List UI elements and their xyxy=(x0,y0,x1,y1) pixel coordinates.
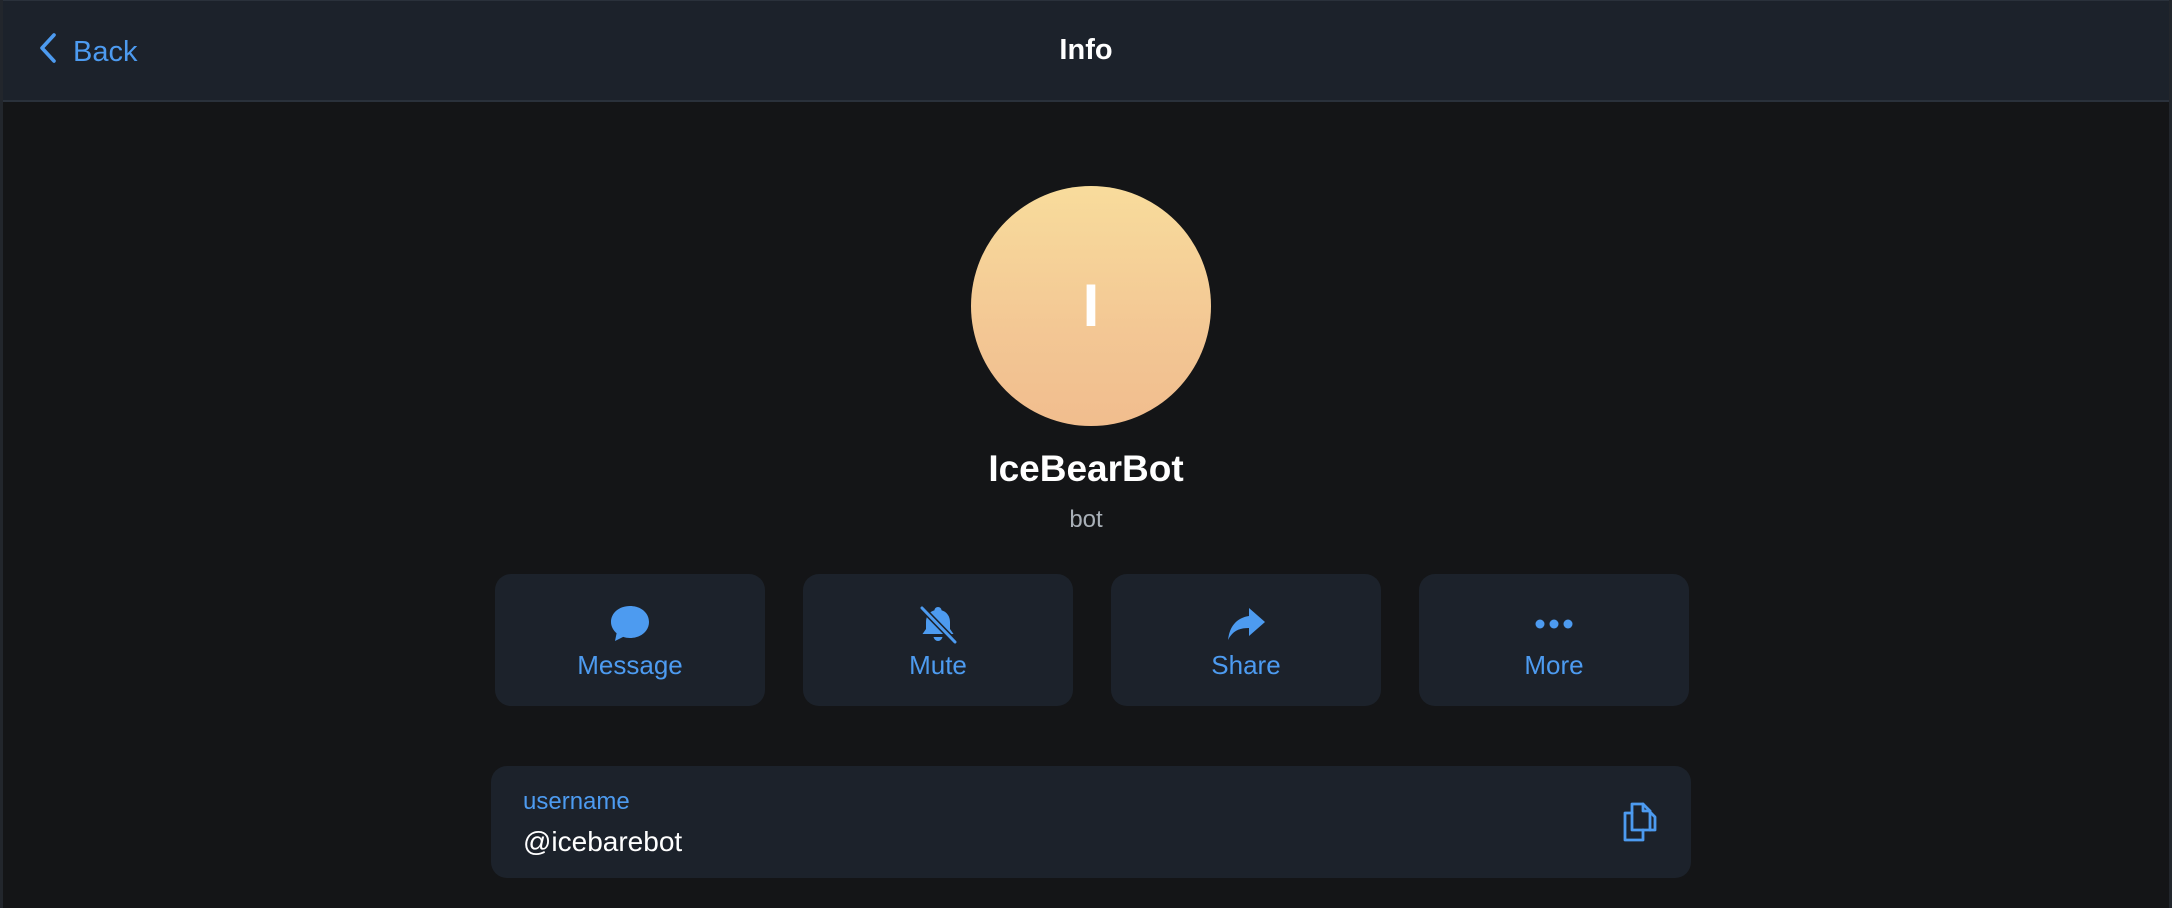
ellipsis-icon xyxy=(1532,602,1576,646)
page-title: Info xyxy=(1059,34,1113,66)
message-bubble-icon xyxy=(608,602,652,646)
username-card[interactable]: username @icebarebot xyxy=(491,766,1691,878)
message-button[interactable]: Message xyxy=(495,574,765,706)
share-arrow-icon xyxy=(1224,602,1268,646)
avatar-initial: I xyxy=(1082,272,1100,339)
share-button[interactable]: Share xyxy=(1111,574,1381,706)
profile-name: IceBearBot xyxy=(988,448,1184,489)
bell-slash-icon xyxy=(916,602,960,646)
username-value: @icebarebot xyxy=(523,826,683,857)
mute-button[interactable]: Mute xyxy=(803,574,1073,706)
username-label: username xyxy=(523,788,630,815)
profile-status: bot xyxy=(1069,506,1103,533)
copy-icon[interactable] xyxy=(1619,800,1659,844)
mute-label: Mute xyxy=(909,650,967,680)
share-label: Share xyxy=(1211,650,1281,680)
more-label: More xyxy=(1524,650,1584,680)
top-bar: Back Info xyxy=(3,0,2169,102)
message-label: Message xyxy=(577,650,683,680)
more-button[interactable]: More xyxy=(1419,574,1689,706)
app-window: Back Info I IceBearBot bot Message Mute … xyxy=(0,0,2172,908)
action-buttons: Message Mute Share More xyxy=(495,574,1689,706)
avatar[interactable]: I xyxy=(971,186,1211,426)
